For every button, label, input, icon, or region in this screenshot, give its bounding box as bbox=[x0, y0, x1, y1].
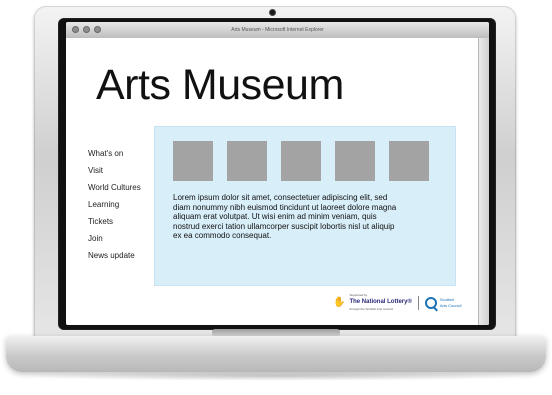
arts-council-icon bbox=[424, 296, 437, 309]
browser-titlebar: Arts Museum - Microsoft Internet Explore… bbox=[66, 22, 489, 39]
zoom-window-icon[interactable] bbox=[94, 26, 101, 33]
page-title: Arts Museum bbox=[96, 61, 344, 109]
lottery-subline: through the Scottish Arts Council bbox=[349, 307, 393, 311]
close-window-icon[interactable] bbox=[72, 26, 79, 33]
webpage-viewport: Arts Museum What's on Visit World Cultur… bbox=[66, 38, 489, 325]
vertical-scrollbar[interactable] bbox=[478, 38, 489, 325]
nav-item-join[interactable]: Join bbox=[88, 233, 141, 244]
hero-text: Lorem ipsum dolor sit amet, consectetuer… bbox=[173, 193, 397, 241]
browser-window-title: Arts Museum - Microsoft Internet Explore… bbox=[231, 27, 324, 33]
thumbnail-5[interactable] bbox=[389, 141, 429, 181]
logo-separator bbox=[417, 295, 419, 310]
nav-item-news-update[interactable]: News update bbox=[88, 250, 141, 261]
nav-item-whats-on[interactable]: What's on bbox=[88, 148, 141, 159]
laptop-photo: Arts Museum - Microsoft Internet Explore… bbox=[0, 0, 552, 395]
nav-item-world-cultures[interactable]: World Cultures bbox=[88, 182, 141, 193]
nav-item-tickets[interactable]: Tickets bbox=[88, 216, 141, 227]
thumbnail-3[interactable] bbox=[281, 141, 321, 181]
camera-icon bbox=[269, 9, 276, 16]
lottery-supported-by: Supported by bbox=[349, 293, 368, 297]
arts-council-logo[interactable]: Scottish Arts Council bbox=[424, 296, 462, 309]
lottery-text: Supported by The National Lottery® throu… bbox=[349, 292, 411, 313]
thumbnail-4[interactable] bbox=[335, 141, 375, 181]
arts-council-text: Scottish Arts Council bbox=[440, 297, 462, 309]
thumbnail-1[interactable] bbox=[173, 141, 213, 181]
national-lottery-logo[interactable]: ✋ Supported by The National Lottery® thr… bbox=[333, 292, 412, 313]
thumbnail-2[interactable] bbox=[227, 141, 267, 181]
footer-logos: ✋ Supported by The National Lottery® thr… bbox=[333, 292, 461, 313]
nav-item-learning[interactable]: Learning bbox=[88, 199, 141, 210]
laptop-shadow bbox=[20, 371, 532, 381]
left-navigation: What's on Visit World Cultures Learning … bbox=[88, 148, 141, 261]
arts-council-line2: Arts Council bbox=[439, 302, 462, 308]
nav-item-visit[interactable]: Visit bbox=[88, 165, 141, 176]
lottery-title: The National Lottery® bbox=[349, 299, 412, 305]
thumbnail-row bbox=[173, 141, 429, 181]
minimize-window-icon[interactable] bbox=[83, 26, 90, 33]
hero-panel: Lorem ipsum dolor sit amet, consectetuer… bbox=[154, 126, 456, 286]
laptop-base bbox=[6, 336, 546, 372]
laptop-screen: Arts Museum - Microsoft Internet Explore… bbox=[66, 22, 489, 325]
window-controls bbox=[72, 26, 101, 33]
lottery-hand-icon: ✋ bbox=[333, 296, 346, 308]
